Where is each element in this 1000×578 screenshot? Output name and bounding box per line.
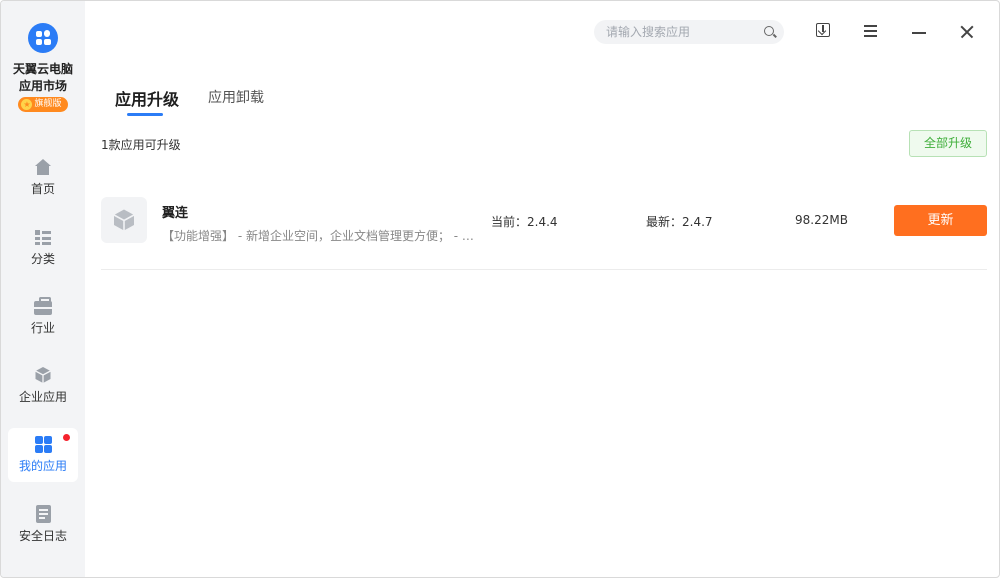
app-description: 【功能增强】 - 新增企业空间，企业文档管理更方便； - 新增会议功能: [162, 229, 476, 243]
app-logo-icon: [28, 23, 58, 53]
tab-app-uninstall[interactable]: 应用卸载: [208, 87, 264, 107]
menu-icon[interactable]: [861, 21, 881, 41]
close-icon[interactable]: [957, 21, 977, 41]
sidebar: 天翼云电脑 应用市场 ★ 旗舰版 首页 分类 行业 企业应用 我的应用 安全日志: [1, 1, 85, 577]
active-tab-indicator: [127, 113, 163, 116]
brand: 天翼云电脑 应用市场 ★ 旗舰版: [1, 23, 85, 112]
update-button[interactable]: 更新: [894, 205, 987, 236]
sidebar-item-label: 首页: [30, 182, 55, 196]
search-icon[interactable]: [764, 26, 774, 36]
app-name: 翼连: [162, 206, 189, 221]
app-window: 天翼云电脑 应用市场 ★ 旗舰版 首页 分类 行业 企业应用 我的应用 安全日志…: [0, 0, 1000, 578]
sidebar-item-label: 企业应用: [18, 390, 67, 404]
cube-icon: [113, 209, 135, 231]
current-version: 当前：2.4.4: [491, 215, 558, 229]
star-icon: ★: [21, 99, 33, 110]
sidebar-item-enterprise-apps[interactable]: 企业应用: [8, 359, 78, 413]
sidebar-item-my-apps[interactable]: 我的应用: [8, 428, 78, 482]
briefcase-icon: [34, 297, 52, 315]
app-icon: [101, 197, 147, 243]
tab-app-upgrade[interactable]: 应用升级: [115, 86, 179, 110]
latest-version: 最新：2.4.7: [646, 215, 713, 229]
sidebar-item-industry[interactable]: 行业: [8, 291, 78, 345]
sidebar-item-label: 分类: [30, 252, 55, 266]
log-icon: [35, 505, 51, 523]
search-box: [594, 20, 784, 44]
search-input[interactable]: [606, 23, 756, 41]
sidebar-item-label: 行业: [30, 321, 55, 335]
sidebar-item-home[interactable]: 首页: [8, 151, 78, 205]
sidebar-item-category[interactable]: 分类: [8, 221, 78, 275]
cube-icon: [34, 366, 52, 384]
notification-dot: [63, 434, 70, 441]
sidebar-item-label: 我的应用: [18, 459, 67, 473]
download-icon[interactable]: [814, 21, 834, 41]
minimize-icon[interactable]: [909, 21, 929, 41]
sidebar-item-security-log[interactable]: 安全日志: [8, 498, 78, 552]
app-size: 98.22MB: [795, 213, 848, 227]
category-icon: [34, 228, 52, 246]
brand-title-line2: 应用市场: [18, 79, 67, 93]
brand-title: 天翼云电脑 应用市场: [1, 61, 85, 95]
edition-badge: ★ 旗舰版: [18, 97, 68, 112]
edition-badge-label: 旗舰版: [34, 99, 62, 109]
apps-icon: [34, 435, 52, 453]
upgrade-all-button[interactable]: 全部升级: [909, 130, 987, 157]
upgrade-count-text: 1款应用可升级: [101, 138, 181, 152]
sidebar-item-label: 安全日志: [18, 529, 67, 543]
list-item: 翼连 【功能增强】 - 新增企业空间，企业文档管理更方便； - 新增会议功能 当…: [101, 181, 987, 270]
brand-title-line1: 天翼云电脑: [12, 62, 73, 76]
home-icon: [34, 158, 52, 176]
